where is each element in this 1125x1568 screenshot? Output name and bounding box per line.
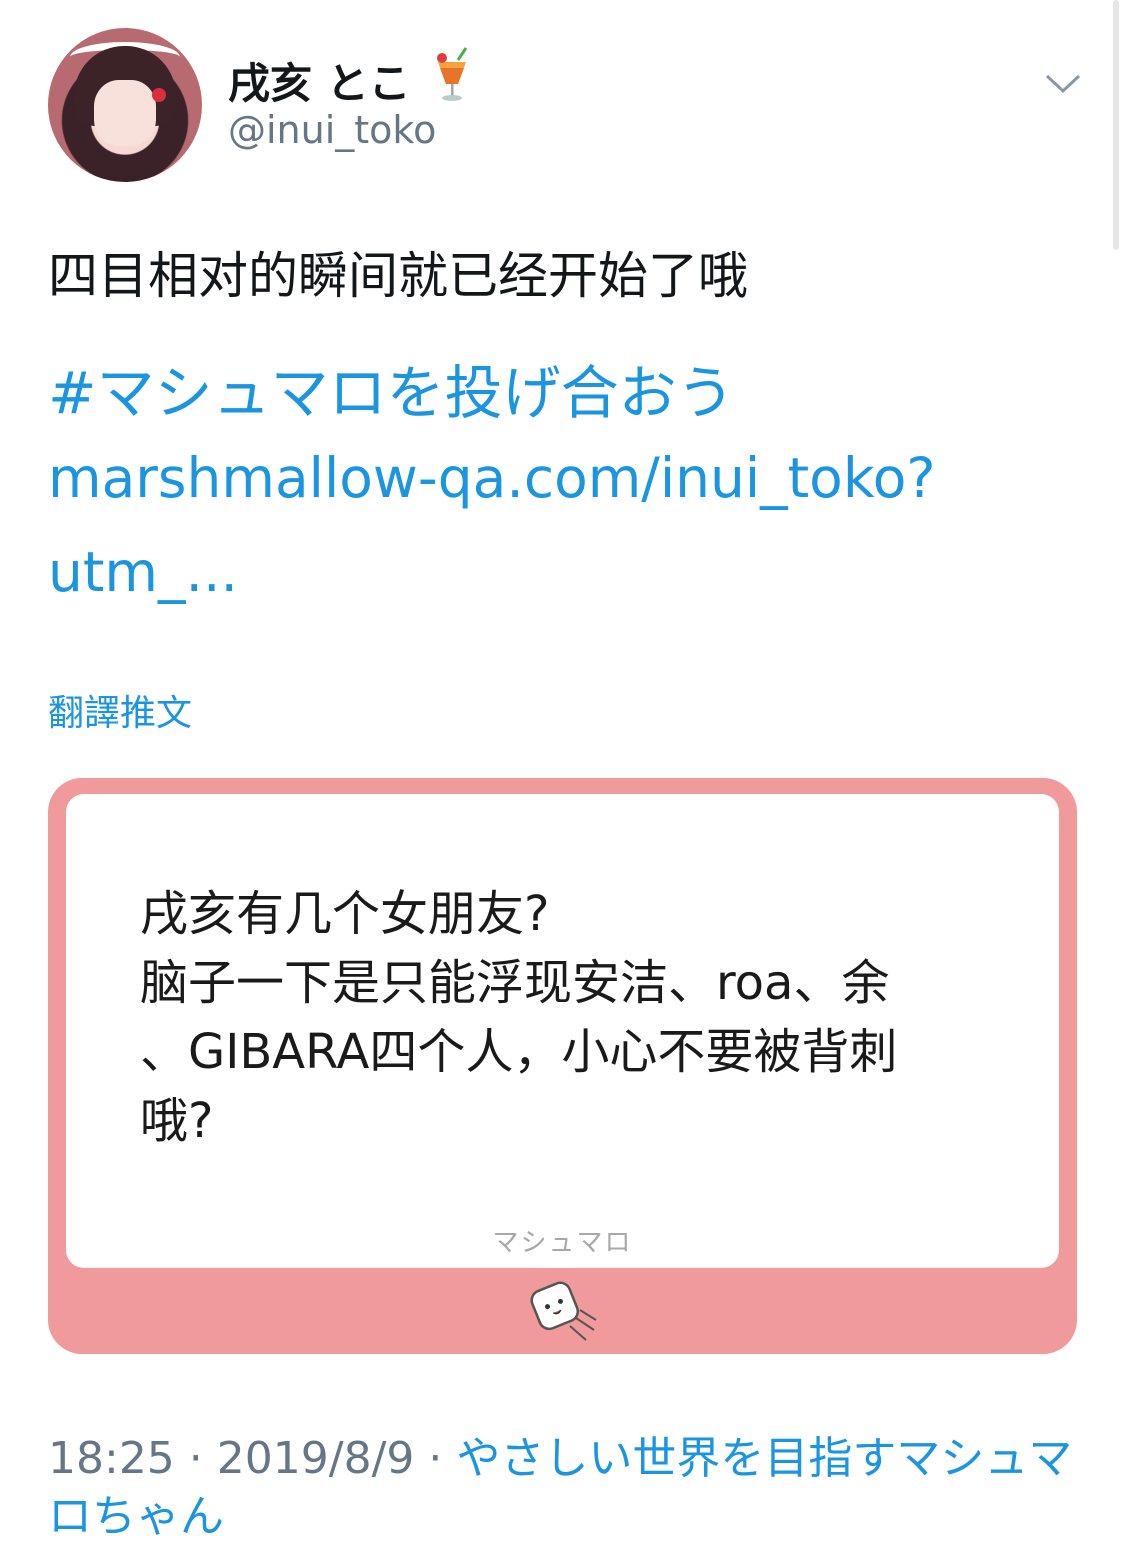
tweet-meta: 18:25 · 2019/8/9 · やさしい世界を目指すマシュマロちゃん	[48, 1433, 1073, 1542]
url-link-line1[interactable]: marshmallow-qa.com/inui_toko?	[48, 446, 936, 510]
marshmallow-card[interactable]: 戌亥有几个女朋友? 脑子一下是只能浮现安洁、roa、余 、GIBARA四个人，小…	[48, 778, 1077, 1354]
card-brand-label: マシュマロ	[492, 1228, 633, 1258]
display-name[interactable]: 戌亥 とこ	[228, 50, 411, 111]
tweet-time: 18:25	[48, 1433, 175, 1484]
tweet-text: 四目相对的瞬间就已经开始了哦	[48, 247, 748, 305]
card-content: 戌亥有几个女朋友? 脑子一下是只能浮现安洁、roa、余 、GIBARA四个人，小…	[66, 794, 1059, 1268]
chevron-down-icon[interactable]	[1044, 72, 1082, 96]
marshmallow-icon	[530, 1281, 597, 1341]
user-handle[interactable]: @inui_toko	[228, 108, 436, 152]
card-question-text: 戌亥有几个女朋友? 脑子一下是只能浮现安洁、roa、余 、GIBARA四个人，小…	[140, 886, 898, 1149]
hashtag-link[interactable]: #マシュマロを投げ合おう	[48, 346, 735, 430]
tweet-date[interactable]: 2019/8/9	[217, 1433, 415, 1484]
scrollbar[interactable]	[1113, 0, 1119, 250]
tropical-drink-icon	[437, 47, 468, 101]
translate-tweet-link[interactable]: 翻譯推文	[48, 684, 192, 736]
url-link-line2[interactable]: utm_...	[48, 540, 238, 604]
avatar[interactable]	[48, 28, 202, 182]
